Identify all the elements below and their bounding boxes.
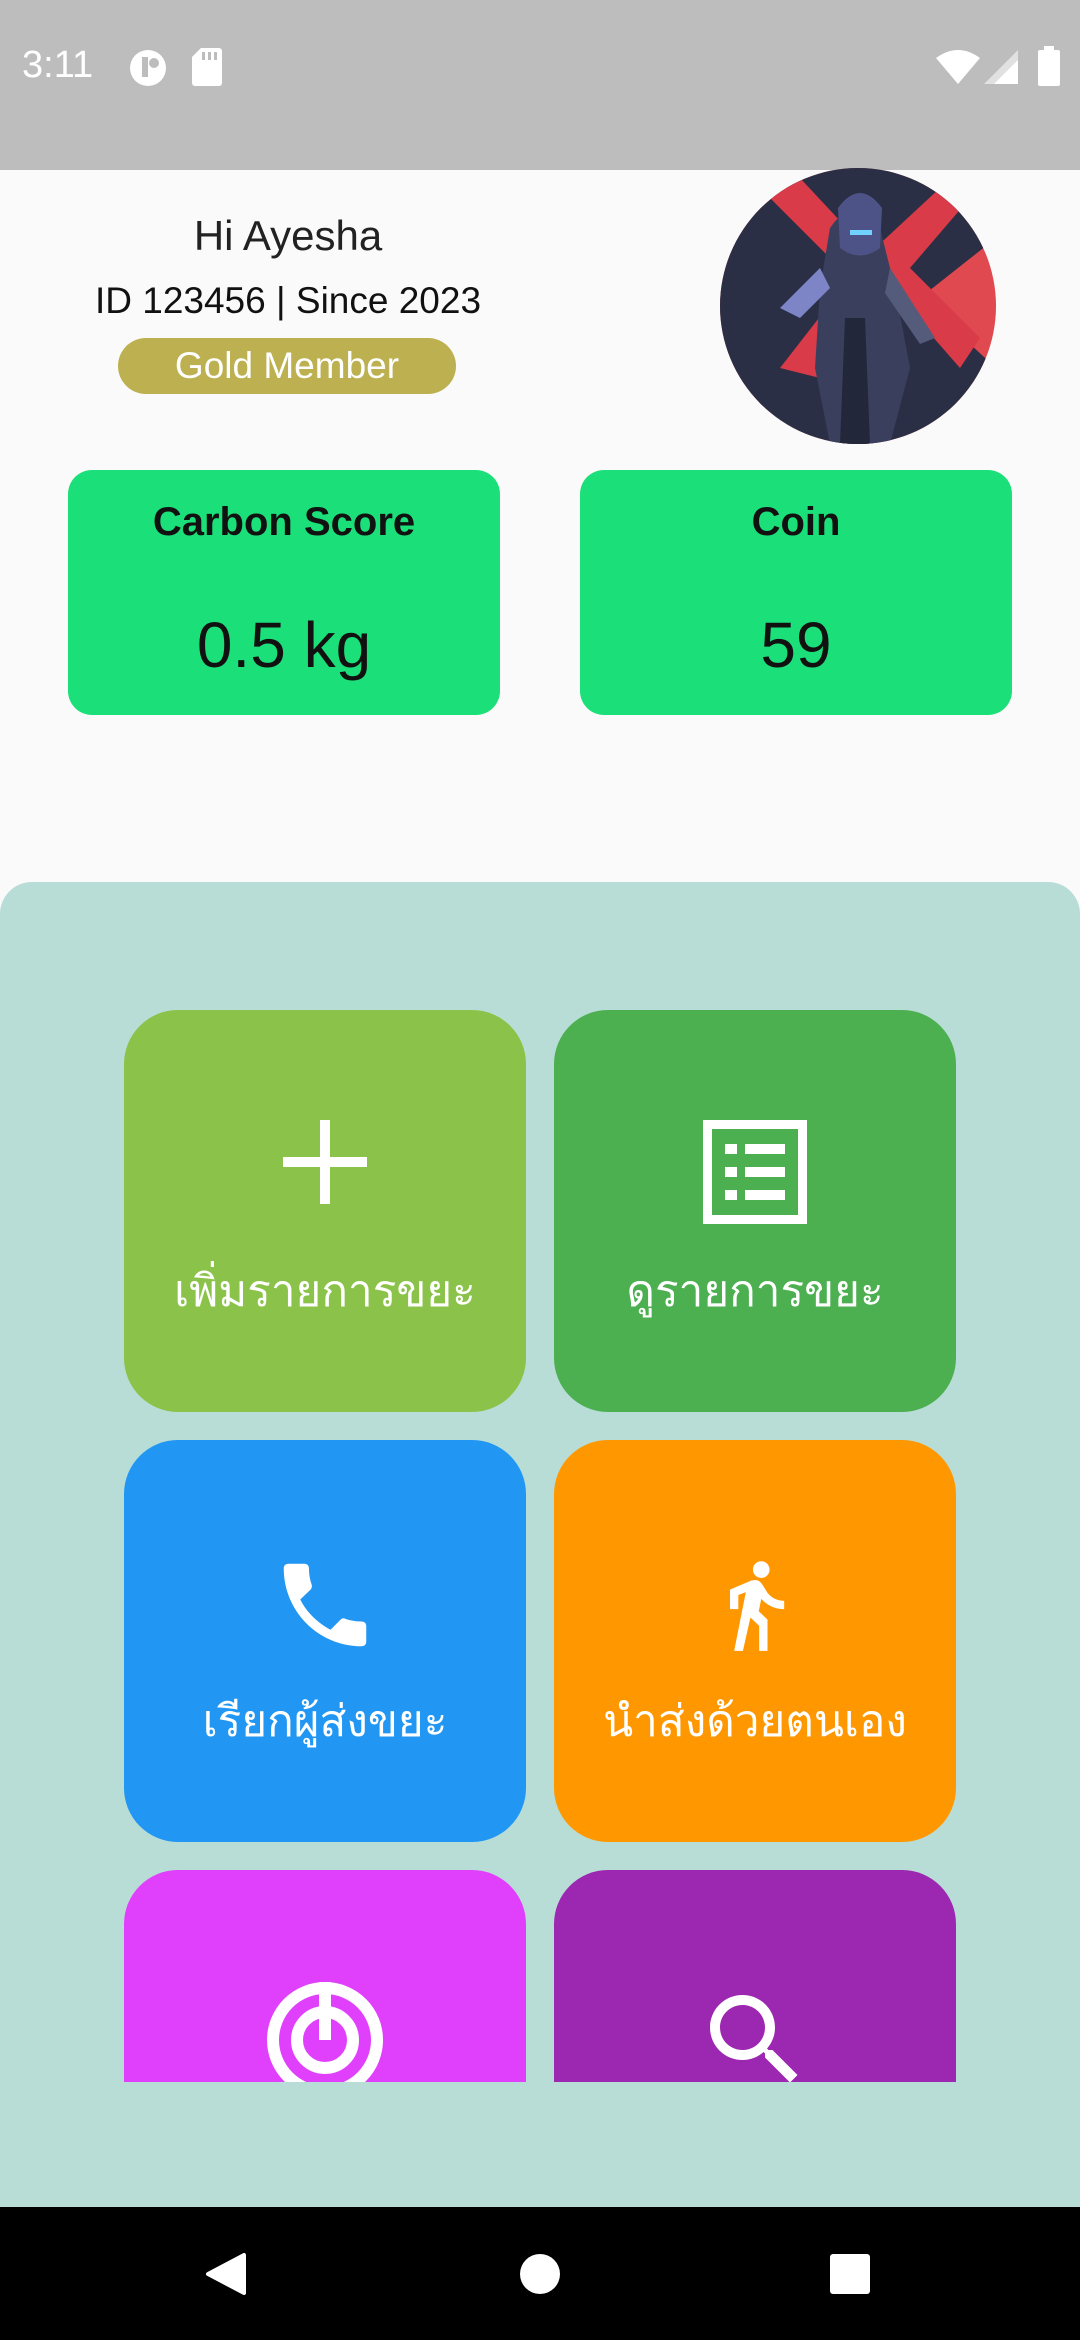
self-delivery-label: นำส่งด้วยตนเอง [603, 1696, 907, 1747]
signal-icon [984, 50, 1018, 84]
back-button[interactable] [146, 2207, 306, 2340]
carbon-score-label: Carbon Score [152, 500, 416, 544]
add-waste-tile[interactable]: เพิ่มรายการขยะ [124, 1010, 526, 1412]
add-waste-label: เพิ่มรายการขยะ [174, 1266, 476, 1317]
sd-card-icon [192, 48, 222, 86]
profile-avatar[interactable] [720, 168, 996, 444]
battery-icon [1038, 46, 1060, 86]
plus-icon [124, 1120, 526, 1208]
status-time: 3:11 [22, 44, 94, 86]
recents-button[interactable] [770, 2207, 930, 2340]
tracking-tile[interactable] [124, 1870, 526, 2082]
wifi-icon [936, 50, 980, 84]
search-tile[interactable] [554, 1870, 956, 2082]
back-icon [206, 2252, 246, 2295]
call-collector-tile[interactable]: เรียกผู้ส่งขยะ [124, 1440, 526, 1842]
greeting-text: Hi Ayesha [193, 212, 383, 259]
carbon-score-card[interactable]: Carbon Score 0.5 kg [68, 470, 500, 715]
walk-icon [554, 1540, 956, 1674]
coin-card[interactable]: Coin 59 [580, 470, 1012, 715]
phone-icon [124, 1550, 526, 1664]
avatar-image [720, 168, 996, 444]
home-icon [520, 2253, 560, 2294]
status-bar: 3:11 [0, 0, 1080, 170]
call-collector-label: เรียกผู้ส่งขยะ [202, 1696, 448, 1747]
app-screen: 3:11 Hi Ayesha ID 123456 | Since 2023 Go… [0, 0, 1080, 2340]
membership-badge: Gold Member [118, 338, 456, 394]
self-delivery-tile[interactable]: นำส่งด้วยตนเอง [554, 1440, 956, 1842]
coin-label: Coin [751, 500, 841, 544]
menu-panel: เพิ่มรายการขยะ ดูรายการขยะ เรียกผู้ส่งขย… [0, 882, 1080, 2207]
view-waste-tile[interactable]: ดูรายการขยะ [554, 1010, 956, 1412]
view-waste-label: ดูรายการขยะ [626, 1266, 884, 1317]
home-button[interactable] [460, 2207, 620, 2340]
navigation-bar [0, 2207, 1080, 2340]
recents-icon [830, 2253, 870, 2294]
radar-icon [124, 1980, 526, 2082]
notification-icon [128, 48, 168, 88]
coin-value: 59 [760, 609, 832, 681]
list-icon [554, 1120, 956, 1228]
menu-grid: เพิ่มรายการขยะ ดูรายการขยะ เรียกผู้ส่งขย… [0, 882, 1080, 2082]
member-id-text: ID 123456 | Since 2023 [94, 280, 482, 321]
carbon-score-value: 0.5 kg [196, 609, 372, 681]
search-icon [554, 1980, 956, 2082]
